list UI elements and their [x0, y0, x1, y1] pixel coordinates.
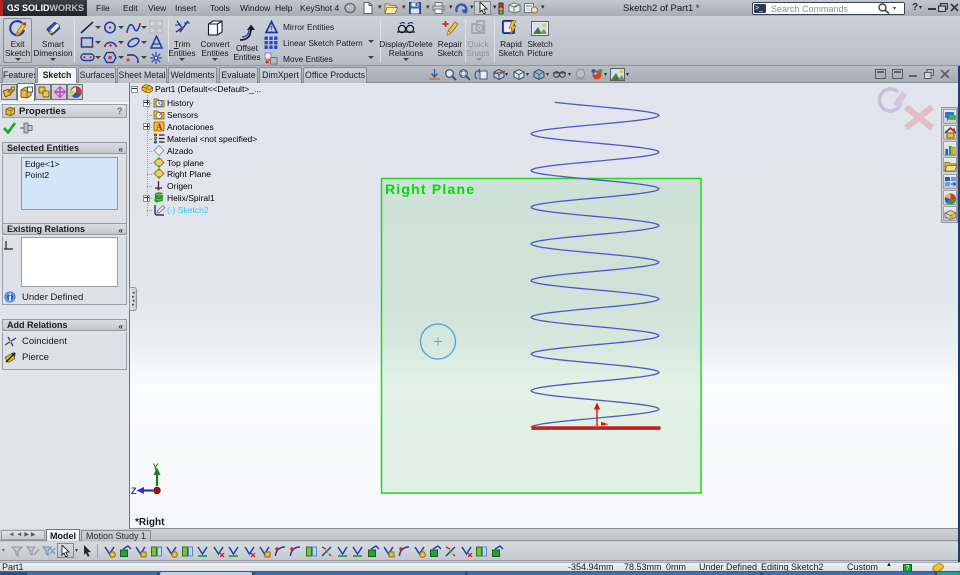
svg-text:A: A [156, 122, 163, 132]
svg-text:Y: Y [153, 462, 159, 472]
svg-text:Right Plane: Right Plane [385, 181, 475, 197]
svg-text:Z: Z [131, 486, 137, 496]
